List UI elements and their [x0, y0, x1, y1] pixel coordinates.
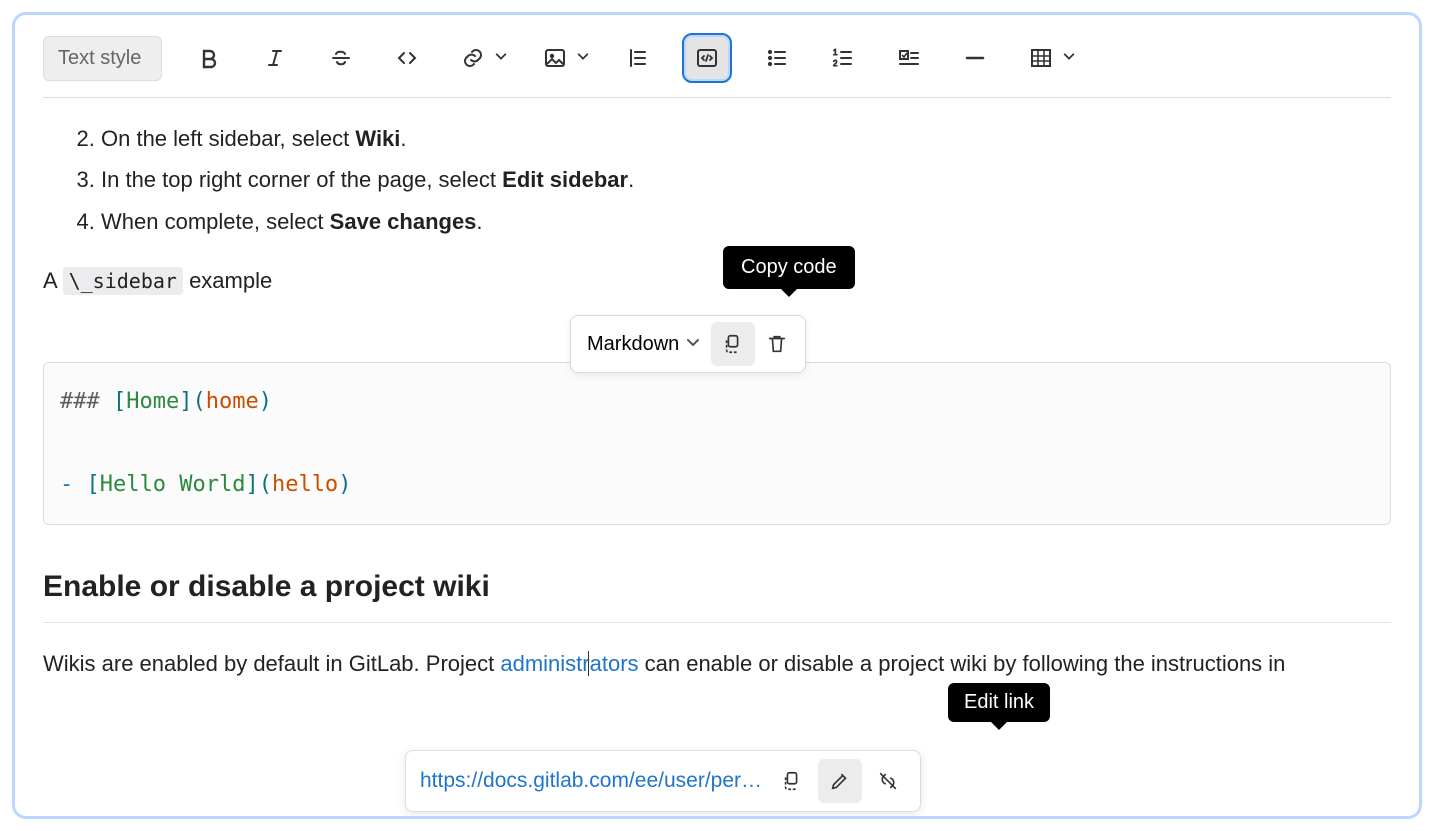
image-dropdown[interactable] [536, 39, 590, 77]
strikethrough-button[interactable] [322, 39, 360, 77]
link-toolbar: https://docs.gitlab.com/ee/user/per… [405, 750, 921, 812]
codeblock[interactable]: ### [Home](home) - [Hello World](hello) [43, 362, 1391, 525]
italic-button[interactable] [256, 39, 294, 77]
inline-code: \_sidebar [63, 267, 183, 295]
administrators-link[interactable]: administrators [500, 651, 638, 676]
list-item: In the top right corner of the page, sel… [101, 159, 1391, 200]
copy-code-tooltip: Copy code [723, 246, 855, 289]
list-item: When complete, select Save changes. [101, 201, 1391, 242]
task-list-button[interactable] [890, 39, 928, 77]
unlink-button[interactable] [866, 759, 910, 803]
paragraph: Wikis are enabled by default in GitLab. … [43, 645, 1391, 682]
bold-button[interactable] [190, 39, 228, 77]
chevron-down-icon [494, 49, 508, 68]
blockquote-button[interactable] [618, 39, 656, 77]
edit-link-tooltip: Edit link [948, 683, 1050, 722]
text-style-dropdown[interactable]: Text style [43, 36, 162, 81]
list-item: On the left sidebar, select Wiki. [101, 118, 1391, 159]
edit-link-button[interactable] [818, 759, 862, 803]
text-style-label: Text style [58, 47, 141, 70]
svg-text:2: 2 [833, 59, 838, 68]
table-icon [1022, 39, 1060, 77]
chevron-down-icon [1062, 49, 1076, 68]
link-url-display[interactable]: https://docs.gitlab.com/ee/user/per… [416, 763, 766, 799]
example-line: A \_sidebar example [43, 262, 1391, 299]
horizontal-rule-button[interactable] [956, 39, 994, 77]
codeblock-inline-button[interactable] [388, 39, 426, 77]
heading-2: Enable or disable a project wiki [43, 561, 1391, 623]
svg-text:1: 1 [833, 48, 838, 57]
language-value: Markdown [587, 333, 679, 356]
link-dropdown[interactable] [454, 39, 508, 77]
chevron-down-icon [576, 49, 590, 68]
editor-frame: Text style 12 On the left sidebar, sele [12, 12, 1422, 819]
image-icon [536, 39, 574, 77]
codeblock-toolbar: Markdown [570, 315, 806, 373]
copy-code-button[interactable] [711, 322, 755, 366]
delete-codeblock-button[interactable] [755, 322, 799, 366]
bullet-list-button[interactable] [758, 39, 796, 77]
table-dropdown[interactable] [1022, 39, 1076, 77]
editor-content[interactable]: On the left sidebar, select Wiki. In the… [43, 98, 1391, 682]
chevron-down-icon [685, 333, 701, 356]
numbered-list-button[interactable]: 12 [824, 39, 862, 77]
ordered-list: On the left sidebar, select Wiki. In the… [101, 118, 1391, 242]
link-icon [454, 39, 492, 77]
language-select[interactable]: Markdown [577, 325, 711, 364]
codeblock-button[interactable] [684, 35, 730, 81]
copy-link-button[interactable] [770, 759, 814, 803]
toolbar: Text style 12 [43, 35, 1391, 98]
